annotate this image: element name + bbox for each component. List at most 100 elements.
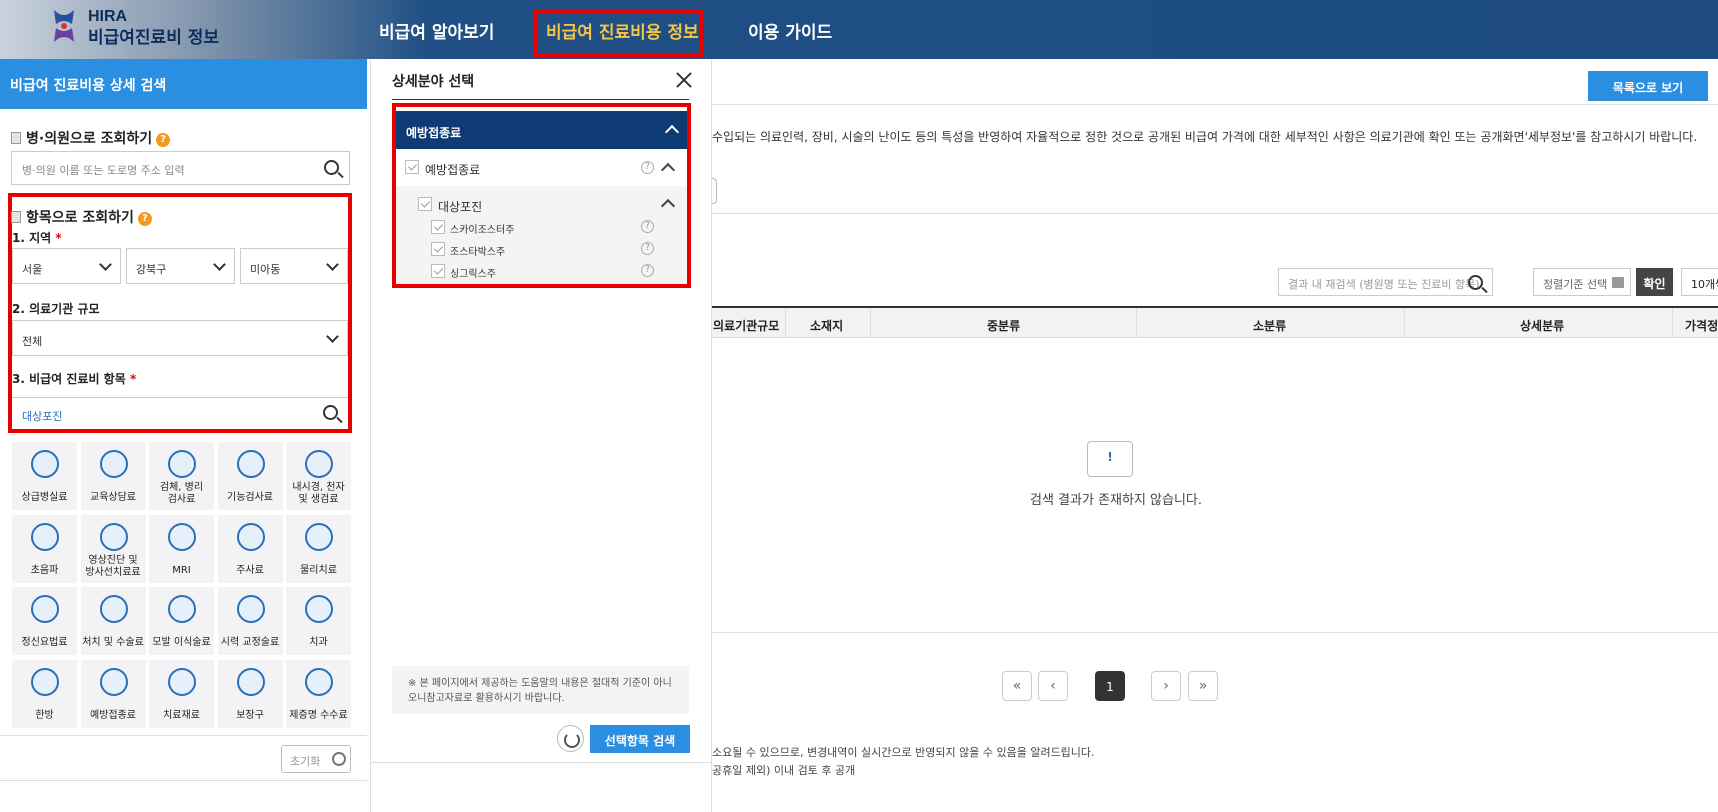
category-tile[interactable]: 보장구 <box>217 659 283 728</box>
wheelchair-icon <box>236 667 265 696</box>
treatment-material-icon <box>168 667 196 696</box>
imaging-icon <box>99 522 128 551</box>
category-label: 검체, 병리 검사료 <box>159 482 204 505</box>
list-view-button[interactable]: 목록으로 보기 <box>1588 71 1708 101</box>
divider <box>392 99 689 100</box>
category-tile[interactable]: 교육상담료 <box>80 442 146 510</box>
confirm-button[interactable]: 확인 <box>1636 268 1673 296</box>
logo-subtitle[interactable]: 비급여진료비 정보 <box>88 23 219 48</box>
region-district-select[interactable]: 강북구 <box>126 248 235 284</box>
checkbox-level1[interactable] <box>405 160 419 174</box>
result-search-input[interactable]: 결과 내 재검색 (병원명 또는 진료비 항목) <box>1278 268 1493 296</box>
category-tile[interactable]: 물리치료 <box>286 514 351 583</box>
institution-size-select[interactable]: 전체 <box>12 320 348 356</box>
refresh-icon[interactable] <box>557 725 584 752</box>
hospital-search-input[interactable]: 병·의원 이름 또는 도로명 주소 입력 <box>11 151 350 185</box>
category-tile[interactable]: 제증명 수수료 <box>286 659 351 728</box>
col-divider <box>1404 308 1405 338</box>
pagination-first[interactable]: « <box>1002 671 1032 701</box>
category-tile[interactable]: 치료재료 <box>149 659 214 728</box>
function-test-icon <box>236 450 265 478</box>
col-sub-category: 소분류 <box>1253 319 1287 333</box>
col-divider <box>870 308 871 338</box>
category-tile[interactable]: 시력 교정술료 <box>217 587 283 655</box>
nav-about-noncovered[interactable]: 비급여 알아보기 <box>379 18 494 43</box>
divider <box>712 632 1718 633</box>
pagination-last[interactable]: » <box>1188 671 1218 701</box>
category-tile[interactable]: 정신요법료 <box>12 587 77 655</box>
col-price: 가격정 <box>1685 319 1718 333</box>
col-detail-category: 상세분류 <box>1520 319 1565 333</box>
region-label: 1. 지역 * <box>12 231 62 245</box>
region-dong-select[interactable]: 미아동 <box>240 248 348 284</box>
category-tile[interactable]: 한방 <box>12 659 77 728</box>
divider <box>0 735 367 736</box>
item-search-title: 항목으로 조회하기? <box>11 207 152 227</box>
category-label: 주사료 <box>236 564 264 576</box>
category-tile[interactable]: 초음파 <box>12 514 77 583</box>
checkbox-item-3[interactable] <box>431 264 445 278</box>
search-icon[interactable] <box>323 405 338 420</box>
category-tile[interactable]: 치과 <box>286 587 351 655</box>
ear-acupuncture-icon <box>31 667 59 696</box>
nav-usage-guide[interactable]: 이용 가이드 <box>748 18 832 43</box>
search-selected-button[interactable]: 선택항목 검색 <box>590 725 690 753</box>
category-label: 내시경, 천자 및 생검료 <box>292 482 345 505</box>
vision-correction-icon <box>236 595 265 623</box>
category-tile[interactable]: 처치 및 수술료 <box>80 587 146 655</box>
search-icon[interactable] <box>1468 275 1483 290</box>
category-tile[interactable]: 검체, 병리 검사료 <box>149 442 214 510</box>
region-city-select[interactable]: 서울 <box>12 248 121 284</box>
divider <box>712 104 1718 105</box>
physiotherapy-icon <box>305 522 333 551</box>
category-tile[interactable]: 주사료 <box>217 514 283 583</box>
help-icon[interactable]: ? <box>641 264 654 277</box>
sort-select[interactable]: 정렬기준 선택 <box>1533 268 1631 296</box>
surgery-icon <box>99 595 128 623</box>
checkbox-level2[interactable] <box>418 197 432 211</box>
help-icon[interactable]: ? <box>641 242 654 255</box>
help-icon[interactable]: ? <box>156 133 171 147</box>
help-icon[interactable]: ? <box>641 161 654 174</box>
category-tile[interactable]: 기능검사료 <box>217 442 283 510</box>
chevron-up-icon <box>664 124 680 140</box>
divider <box>0 780 367 781</box>
category-tile[interactable]: 상급병실료 <box>12 442 77 510</box>
category-label: 보장구 <box>236 709 264 721</box>
col-divider <box>1672 308 1673 338</box>
pagination-next[interactable]: › <box>1151 671 1181 701</box>
modal-category-header[interactable]: 예방접종료 <box>396 111 687 149</box>
pagination-page[interactable]: 1 <box>1095 671 1125 701</box>
category-tile[interactable]: 영상진단 및 방사선치료료 <box>80 514 146 583</box>
institution-size-label: 2. 의료기관 규모 <box>12 302 100 316</box>
help-icon[interactable]: ? <box>137 212 152 226</box>
help-icon[interactable]: ? <box>641 220 654 233</box>
hospital-bed-icon <box>31 450 59 478</box>
pagination-prev[interactable]: ‹ <box>1038 671 1068 701</box>
hospital-search-title: 병·의원으로 조회하기? <box>11 128 171 148</box>
no-result-message: 검색 결과가 존재하지 않습니다. <box>1030 493 1203 508</box>
search-icon[interactable] <box>324 160 339 175</box>
page-size-select[interactable]: 10개씩 <box>1681 268 1718 296</box>
category-label: 상급병실료 <box>21 492 68 503</box>
highlight-nav-box <box>534 10 704 58</box>
chevron-down-icon <box>213 258 226 271</box>
checkbox-item-2[interactable] <box>431 242 445 256</box>
category-tile[interactable]: 예방접종료 <box>80 659 146 728</box>
category-label: 제증명 수수료 <box>289 709 348 721</box>
chevron-down-icon <box>326 258 339 271</box>
vaccine-icon <box>99 667 128 696</box>
close-icon[interactable] <box>676 72 692 88</box>
checkbox-item-1[interactable] <box>431 220 445 234</box>
reset-button[interactable]: 초기화 <box>281 745 351 773</box>
cost-item-label: 3. 비급여 진료비 항목 * <box>12 372 137 386</box>
col-divider <box>785 308 786 338</box>
item-label-2: 조스타박스주 <box>450 247 506 258</box>
level1-label: 예방접종료 <box>425 163 481 177</box>
cost-item-input[interactable]: 대상포진 <box>12 397 348 429</box>
category-tile[interactable]: MRI <box>149 514 214 583</box>
mri-icon <box>168 522 196 551</box>
category-tile[interactable]: 모발 이식술료 <box>149 587 214 655</box>
ultrasound-icon <box>31 522 59 551</box>
category-tile[interactable]: 내시경, 천자 및 생검료 <box>286 442 351 510</box>
